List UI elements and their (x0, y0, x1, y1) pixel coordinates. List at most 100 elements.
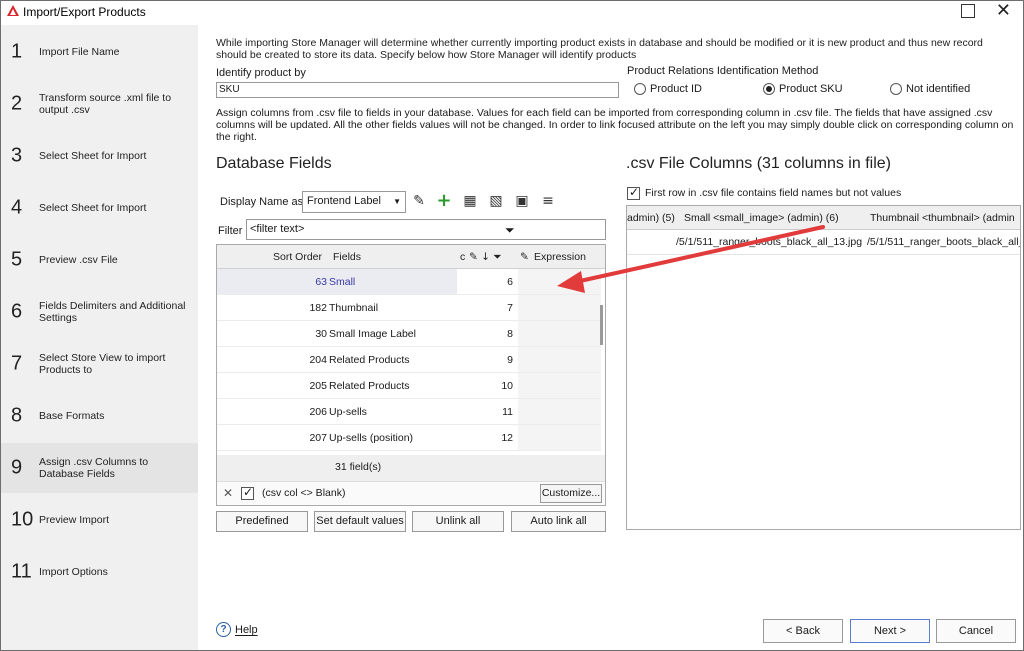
grid-view-icon[interactable]: ▦ (461, 192, 479, 210)
wizard-step-11[interactable]: 11 Import Options (1, 547, 198, 597)
field-name-cell: Related Products (329, 380, 410, 392)
filter-list-icon[interactable]: ≡ (539, 192, 557, 210)
radio-dot (763, 83, 775, 95)
field-count: 31 field(s) (335, 461, 382, 473)
table-row[interactable]: 207 Up-sells (position) 12 (217, 425, 601, 451)
sort-order-cell: 205 (309, 380, 327, 392)
wizard-step-5[interactable]: 5 Preview .csv File (1, 235, 198, 285)
expression-cell[interactable] (518, 295, 601, 320)
step-number: 2 (11, 92, 23, 115)
identify-product-select[interactable]: SKU (216, 82, 619, 98)
header-sort-order[interactable]: Sort Order (273, 251, 322, 263)
step-number: 11 (11, 560, 32, 583)
field-name-cell: Up-sells (329, 406, 367, 418)
step-label: Select Store View to import Products to (39, 352, 166, 376)
help-label: Help (235, 624, 258, 636)
header-expression[interactable]: Expression (534, 251, 586, 263)
table-row[interactable]: 30 Small Image Label 8 (217, 321, 601, 347)
first-row-label: First row in .csv file contains field na… (645, 187, 902, 199)
csv-col-cell[interactable]: 6 (457, 269, 517, 294)
predefined-button[interactable]: Predefined (216, 511, 308, 532)
edit-pencil-icon[interactable]: ✎ (410, 192, 428, 210)
first-row-checkbox[interactable] (627, 185, 640, 200)
chevron-down-icon: ▼ (393, 197, 401, 206)
wizard-step-8[interactable]: 8 Base Formats (1, 391, 198, 441)
auto-link-all-button[interactable]: Auto link all (511, 511, 606, 532)
csv-col-cell[interactable]: 8 (457, 321, 517, 346)
table-row[interactable]: 63 Small 6 (217, 269, 601, 295)
wizard-steps-sidebar: 1 Import File Name 2 Transform source .xml … (1, 25, 198, 650)
table-row[interactable]: 205 Related Products 10 (217, 373, 601, 399)
main-panel: While importing Store Manager will deter… (198, 25, 1023, 650)
sort-order-cell: 206 (309, 406, 327, 418)
csv-cell: /5/1/511_ranger_boots_black_all_ (867, 236, 1021, 248)
radio-dot (890, 83, 902, 95)
table-row[interactable]: 204 Related Products 9 (217, 347, 601, 373)
csv-col-cell[interactable]: 10 (457, 373, 517, 398)
unlink-all-button[interactable]: Unlink all (412, 511, 504, 532)
grid-filter-bar: ✕ (csv col <> Blank) Customize... (217, 481, 605, 505)
table-row[interactable]: 182 Thumbnail 7 (217, 295, 601, 321)
radio-dot (634, 83, 646, 95)
wizard-step-3[interactable]: 3 Select Sheet for Import (1, 131, 198, 181)
csv-col-cell[interactable]: 9 (457, 347, 517, 372)
csv-col-cell[interactable]: 12 (457, 425, 517, 450)
edit-grid-icon[interactable]: ▧ (487, 192, 505, 210)
add-icon[interactable]: + (435, 192, 453, 210)
assign-instructions: Assign columns from .csv file to fields … (216, 107, 1014, 143)
step-label: Transform source .xml file to output .cs… (39, 92, 172, 116)
step-number: 5 (11, 248, 23, 271)
clear-filter-icon[interactable]: ⏷ (505, 223, 515, 238)
csv-col-cell[interactable]: 11 (457, 399, 517, 424)
display-name-value: Frontend Label (307, 195, 381, 207)
wizard-step-7[interactable]: 7 Select Store View to import Products to (1, 339, 198, 389)
table-row[interactable]: 206 Up-sells 11 (217, 399, 601, 425)
expression-cell[interactable] (518, 373, 601, 398)
step-number: 7 (11, 352, 23, 375)
preview-grid-icon[interactable]: ▣ (513, 192, 531, 210)
step-number: 1 (11, 40, 23, 63)
cancel-button[interactable]: Cancel (936, 619, 1016, 643)
close-icon[interactable]: ✕ (996, 0, 1011, 21)
header-fields[interactable]: Fields (333, 251, 361, 263)
expression-cell[interactable] (518, 399, 601, 424)
field-name-cell: Related Products (329, 354, 410, 366)
customize-button[interactable]: Customize... (540, 484, 602, 503)
csv-cell: /5/1/511_ranger_boots_black_all_13.jpg (676, 236, 863, 248)
display-name-select[interactable]: Frontend Label ▼ (302, 191, 406, 213)
csv-columns-title: .csv File Columns (31 columns in file) (626, 155, 891, 172)
radio-label: Not identified (906, 83, 971, 95)
csv-header-row: admin) (5) Small <small_image> (admin) (… (627, 206, 1020, 230)
csv-column-header[interactable]: admin) (5) (627, 212, 675, 224)
grid-scrollbar[interactable] (600, 305, 603, 345)
set-default-values-button[interactable]: Set default values (314, 511, 406, 532)
filter-checkbox[interactable] (241, 485, 254, 500)
expression-cell[interactable] (518, 347, 601, 372)
maximize-icon[interactable] (961, 4, 975, 18)
header-col-edit-icon: ✎ ↓ ⏷ (469, 251, 502, 263)
wizard-step-10[interactable]: 10 Preview Import (1, 495, 198, 545)
back-button[interactable]: < Back (763, 619, 843, 643)
expression-pencil-icon: ✎ (520, 251, 529, 263)
wizard-step-9[interactable]: 9 Assign .csv Columns to Database Fields (1, 443, 198, 493)
next-button[interactable]: Next > (850, 619, 930, 643)
intro-text: While importing Store Manager will deter… (216, 37, 983, 61)
clear-icon[interactable]: ✕ (223, 486, 233, 500)
csv-col-cell[interactable]: 7 (457, 295, 517, 320)
expression-cell[interactable] (518, 269, 601, 294)
grid-header: Sort Order Fields c ✎ ↓ ⏷ ✎ Expression (217, 245, 605, 269)
csv-column-header[interactable]: Small <small_image> (admin) (6) (684, 212, 839, 224)
step-number: 4 (11, 196, 23, 219)
filter-input[interactable]: <filter text> (246, 219, 606, 240)
wizard-step-6[interactable]: 6 Fields Delimiters and Additional Settin… (1, 287, 198, 337)
step-label: Select Sheet for Import (39, 202, 147, 214)
wizard-step-4[interactable]: 4 Select Sheet for Import (1, 183, 198, 233)
header-csv-col[interactable]: c (460, 251, 465, 263)
wizard-step-1[interactable]: 1 Import File Name (1, 27, 198, 77)
csv-column-header[interactable]: Thumbnail <thumbnail> (admin (870, 212, 1015, 224)
step-label: Import Options (39, 566, 108, 578)
wizard-step-2[interactable]: 2 Transform source .xml file to output .c… (1, 79, 198, 129)
step-number: 9 (11, 456, 23, 479)
expression-cell[interactable] (518, 425, 601, 450)
expression-cell[interactable] (518, 321, 601, 346)
